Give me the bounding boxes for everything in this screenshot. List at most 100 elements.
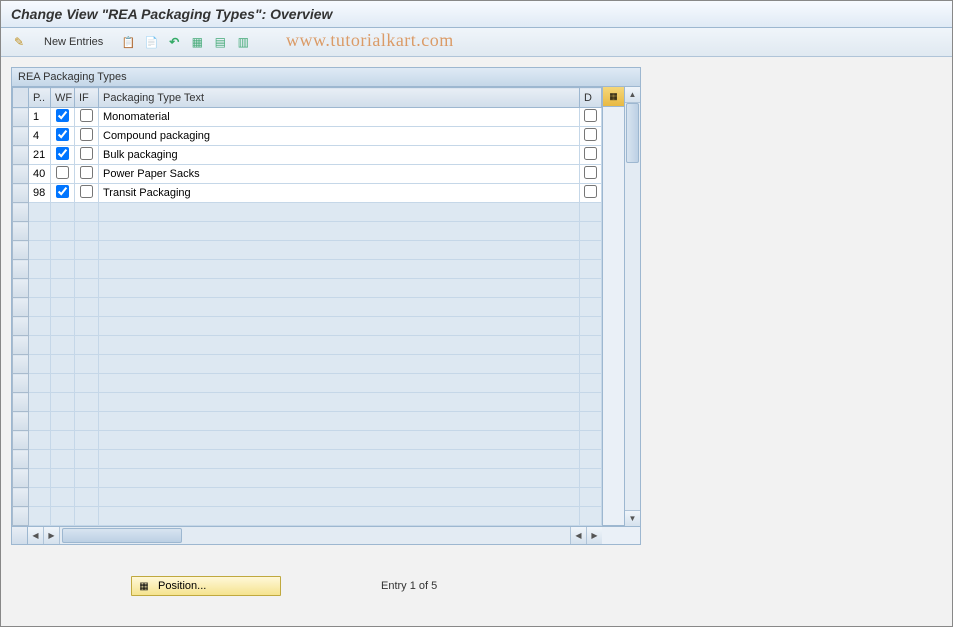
row-selector[interactable] [13,488,29,507]
cell-if[interactable] [75,127,99,146]
deselect-all-icon[interactable] [233,32,253,52]
table-row[interactable] [13,431,602,450]
cell-if[interactable] [75,108,99,127]
col-header-d[interactable]: D [580,88,602,108]
row-selector[interactable] [13,108,29,127]
scroll-right-icon[interactable]: ◀ [570,527,586,544]
d-checkbox[interactable] [584,109,597,122]
cell-d[interactable] [580,146,602,165]
cell-p[interactable] [29,146,51,165]
row-selector[interactable] [13,393,29,412]
copy-as-icon[interactable] [118,32,138,52]
p-input[interactable] [31,130,48,142]
table-row[interactable] [13,507,602,526]
cell-wf[interactable] [51,146,75,165]
cell-if[interactable] [75,184,99,203]
toggle-change-icon[interactable] [9,32,29,52]
table-row[interactable] [13,488,602,507]
text-input[interactable] [101,187,577,199]
table-row[interactable] [13,241,602,260]
text-input[interactable] [101,149,577,161]
cell-d[interactable] [580,108,602,127]
text-input[interactable] [101,111,577,123]
cell-if[interactable] [75,165,99,184]
cell-wf[interactable] [51,108,75,127]
row-selector[interactable] [13,165,29,184]
cell-p[interactable] [29,127,51,146]
d-checkbox[interactable] [584,166,597,179]
if-checkbox[interactable] [80,128,93,141]
delete-icon[interactable] [141,32,161,52]
cell-text[interactable] [99,146,580,165]
table-row[interactable] [13,146,602,165]
scroll-thumb[interactable] [626,103,639,163]
new-entries-button[interactable]: New Entries [36,34,111,50]
col-header-text[interactable]: Packaging Type Text [99,88,580,108]
table-row[interactable] [13,355,602,374]
select-all-icon[interactable] [187,32,207,52]
vertical-scrollbar[interactable]: ▲ ▼ [624,87,640,526]
wf-checkbox[interactable] [56,147,69,160]
row-selector[interactable] [13,127,29,146]
table-row[interactable] [13,298,602,317]
position-button[interactable]: ▦ Position... [131,576,281,596]
table-row[interactable] [13,108,602,127]
hscroll-thumb[interactable] [62,528,182,543]
scroll-left-icon[interactable]: ◀ [28,527,44,544]
d-checkbox[interactable] [584,185,597,198]
horizontal-scrollbar[interactable]: ◀ ▶ ◀ ▶ [12,526,640,544]
col-header-if[interactable]: IF [75,88,99,108]
wf-checkbox[interactable] [56,166,69,179]
table-row[interactable] [13,165,602,184]
if-checkbox[interactable] [80,147,93,160]
if-checkbox[interactable] [80,166,93,179]
cell-if[interactable] [75,146,99,165]
cell-text[interactable] [99,165,580,184]
col-header-select[interactable] [13,88,29,108]
cell-text[interactable] [99,184,580,203]
cell-wf[interactable] [51,165,75,184]
row-selector[interactable] [13,241,29,260]
scroll-left2-icon[interactable]: ▶ [44,527,60,544]
table-row[interactable] [13,203,602,222]
cell-p[interactable] [29,184,51,203]
row-selector[interactable] [13,507,29,526]
undo-icon[interactable] [164,32,184,52]
p-input[interactable] [31,149,48,161]
row-selector[interactable] [13,431,29,450]
text-input[interactable] [101,168,577,180]
select-block-icon[interactable] [210,32,230,52]
row-selector[interactable] [13,184,29,203]
scroll-up-icon[interactable]: ▲ [625,87,640,103]
row-selector[interactable] [13,355,29,374]
row-selector[interactable] [13,298,29,317]
cell-d[interactable] [580,165,602,184]
if-checkbox[interactable] [80,185,93,198]
row-selector[interactable] [13,146,29,165]
table-row[interactable] [13,336,602,355]
table-row[interactable] [13,222,602,241]
wf-checkbox[interactable] [56,185,69,198]
row-selector[interactable] [13,222,29,241]
cell-wf[interactable] [51,127,75,146]
scroll-down-icon[interactable]: ▼ [625,510,640,526]
cell-p[interactable] [29,108,51,127]
row-selector[interactable] [13,469,29,488]
table-row[interactable] [13,279,602,298]
row-selector[interactable] [13,279,29,298]
table-settings-icon[interactable]: ▦ [603,87,624,107]
if-checkbox[interactable] [80,109,93,122]
table-row[interactable] [13,469,602,488]
row-selector[interactable] [13,260,29,279]
table-row[interactable] [13,412,602,431]
row-selector[interactable] [13,203,29,222]
text-input[interactable] [101,130,577,142]
table-row[interactable] [13,450,602,469]
cell-d[interactable] [580,127,602,146]
table-row[interactable] [13,317,602,336]
table-row[interactable] [13,374,602,393]
row-selector[interactable] [13,374,29,393]
row-selector[interactable] [13,412,29,431]
col-header-p[interactable]: P.. [29,88,51,108]
cell-d[interactable] [580,184,602,203]
